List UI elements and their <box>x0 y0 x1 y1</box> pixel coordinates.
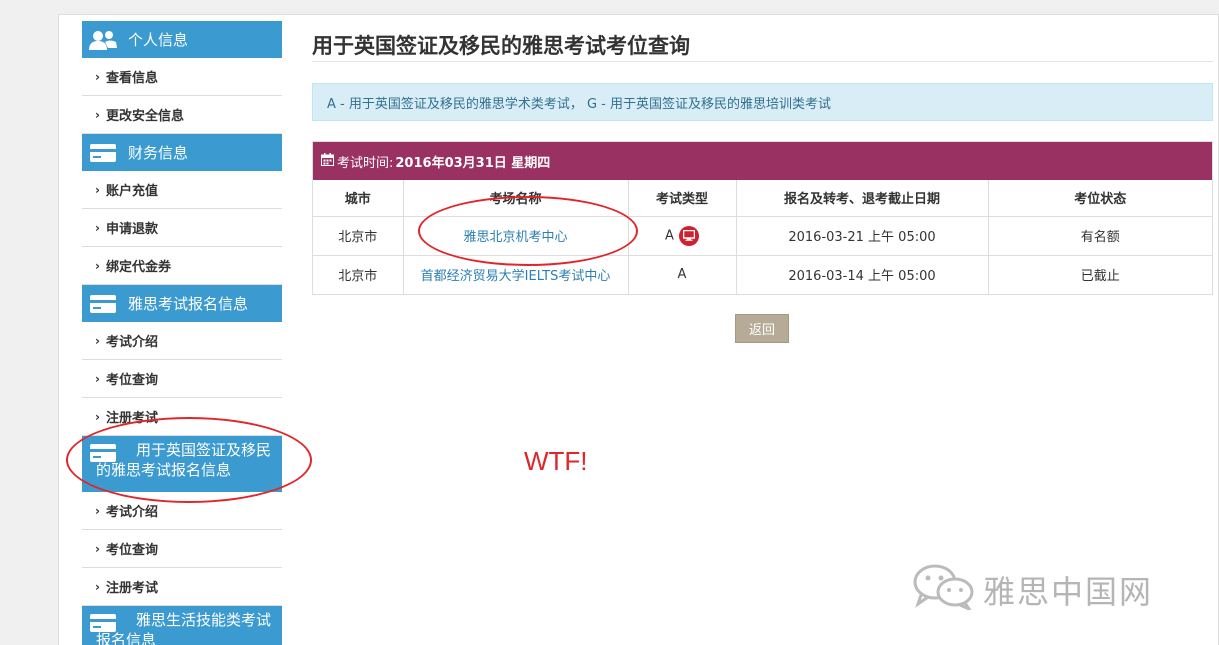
sidebar-section-ukvi-registration[interactable]: 用于英国签证及移民的雅思考试报名信息 <box>82 436 282 492</box>
sidebar-item-label: 考试介绍 <box>105 335 158 350</box>
chevron-right-icon: › <box>95 182 100 197</box>
card-icon <box>88 142 118 164</box>
chevron-right-icon: › <box>95 541 100 556</box>
chevron-right-icon: › <box>95 69 100 84</box>
chevron-right-icon: › <box>95 579 100 594</box>
exam-type: A <box>677 267 687 283</box>
exam-type: A <box>665 228 674 243</box>
sidebar-item-label: 绑定代金券 <box>105 260 171 275</box>
city-cell: 北京市 <box>313 254 404 294</box>
column-header: 考场名称 <box>402 180 629 217</box>
deadline-cell: 2016-03-14 上午 05:00 <box>735 254 989 294</box>
deadline-cell: 2016-03-21 上午 05:00 <box>735 215 989 256</box>
chevron-right-icon: › <box>95 107 100 122</box>
sidebar-item-refund[interactable]: › 申请退款 <box>82 209 282 247</box>
table-row: 北京市 首都经济贸易大学IELTS考试中心 A 2016-03-14 上午 05… <box>313 254 1212 294</box>
city-cell: 北京市 <box>313 215 404 256</box>
sidebar-item-voucher[interactable]: › 绑定代金券 <box>82 247 282 285</box>
calendar-icon <box>321 152 334 170</box>
card-icon <box>88 293 118 315</box>
info-alert: A - 用于英国签证及移民的雅思学术类考试， G - 用于英国签证及移民的雅思培… <box>312 83 1213 121</box>
sidebar-section-ielts-registration[interactable]: 雅思考试报名信息 <box>82 285 282 322</box>
venue-cell: 首都经济贸易大学IELTS考试中心 <box>402 254 629 294</box>
sidebar-item-label: 考试介绍 <box>105 505 158 520</box>
column-header: 考位状态 <box>987 180 1212 217</box>
chevron-right-icon: › <box>95 333 100 348</box>
venue-link[interactable]: 首都经济贸易大学IELTS考试中心 <box>421 269 611 284</box>
sidebar-item-label: 查看信息 <box>105 71 158 86</box>
table-header-row: 城市 考场名称 考试类型 报名及转考、退考截止日期 考位状态 <box>313 180 1212 217</box>
sidebar-item-label: 注册考试 <box>105 581 158 596</box>
sidebar-item-ukvi-register-exam[interactable]: › 注册考试 <box>82 568 282 606</box>
computer-exam-icon <box>678 225 699 246</box>
chevron-right-icon: › <box>95 371 100 386</box>
exam-date-label: 考试时间: <box>337 155 394 171</box>
sidebar-item-recharge[interactable]: › 账户充值 <box>82 171 282 209</box>
status-cell: 有名额 <box>987 215 1212 256</box>
table-row: 北京市 雅思北京机考中心 A 2016-03-21 上午 05:00 有名额 <box>313 215 1212 256</box>
venue-cell: 雅思北京机考中心 <box>402 215 629 256</box>
sidebar-item-seat-query[interactable]: › 考位查询 <box>82 360 282 398</box>
sidebar-item-register-exam[interactable]: › 注册考试 <box>82 398 282 436</box>
sidebar-item-view-info[interactable]: › 查看信息 <box>82 58 282 96</box>
watermark-text: 雅思中国网 <box>983 573 1154 611</box>
sidebar-item-exam-intro[interactable]: › 考试介绍 <box>82 322 282 360</box>
sidebar-section-finance[interactable]: 财务信息 <box>82 134 282 171</box>
panel-header: 考试时间: 2016年03月31日 星期四 <box>313 142 1212 180</box>
sidebar-section-personal-info[interactable]: 个人信息 <box>82 21 282 58</box>
status-cell: 已截止 <box>987 254 1212 294</box>
sidebar-section-title: 用于英国签证及移民的雅思考试报名信息 <box>96 441 272 479</box>
back-button[interactable]: 返回 <box>735 314 789 343</box>
venue-link[interactable]: 雅思北京机考中心 <box>463 230 567 245</box>
chevron-right-icon: › <box>95 258 100 273</box>
type-cell: A <box>627 215 737 256</box>
column-header: 城市 <box>313 180 404 217</box>
seat-table: 城市 考场名称 考试类型 报名及转考、退考截止日期 考位状态 北京市 雅思北京机… <box>313 180 1212 294</box>
sidebar-section-title: 财务信息 <box>128 144 189 162</box>
sidebar-item-ukvi-seat-query[interactable]: › 考位查询 <box>82 530 282 568</box>
sidebar-item-ukvi-exam-intro[interactable]: › 考试介绍 <box>82 492 282 530</box>
watermark: 雅思中国网 <box>913 562 1153 618</box>
column-header: 考试类型 <box>627 180 737 217</box>
annotation-text: WTF! <box>524 446 588 476</box>
sidebar-item-label: 注册考试 <box>105 411 158 426</box>
sidebar-section-title: 个人信息 <box>128 31 189 49</box>
chevron-right-icon: › <box>95 220 100 235</box>
sidebar: 个人信息 › 查看信息 › 更改安全信息 财务信息 › 账户充值 › 申请退款 › 绑定代… <box>82 21 282 645</box>
sidebar-item-label: 账户充值 <box>105 184 158 199</box>
sidebar-item-change-security[interactable]: › 更改安全信息 <box>82 96 282 134</box>
sidebar-item-label: 更改安全信息 <box>105 109 184 124</box>
exam-date: 2016年03月31日 星期四 <box>395 155 551 171</box>
exam-panel: 考试时间: 2016年03月31日 星期四 城市 考场名称 考试类型 报名及转考… <box>312 141 1213 295</box>
sidebar-item-label: 考位查询 <box>105 543 158 558</box>
chevron-right-icon: › <box>95 503 100 518</box>
users-icon <box>88 29 118 51</box>
title-divider <box>312 61 1213 62</box>
info-text: A - 用于英国签证及移民的雅思学术类考试， G - 用于英国签证及移民的雅思培… <box>327 96 832 112</box>
page-title: 用于英国签证及移民的雅思考试考位查询 <box>312 34 690 58</box>
wechat-icon <box>913 562 975 618</box>
sidebar-section-life-skills[interactable]: 雅思生活技能类考试报名信息 <box>82 606 282 645</box>
sidebar-item-label: 申请退款 <box>105 222 158 237</box>
sidebar-item-label: 考位查询 <box>105 373 158 388</box>
chevron-right-icon: › <box>95 409 100 424</box>
type-cell: A <box>627 254 737 294</box>
sidebar-section-title: 雅思生活技能类考试报名信息 <box>96 611 272 645</box>
column-header: 报名及转考、退考截止日期 <box>735 180 989 217</box>
sidebar-section-title: 雅思考试报名信息 <box>128 295 249 313</box>
